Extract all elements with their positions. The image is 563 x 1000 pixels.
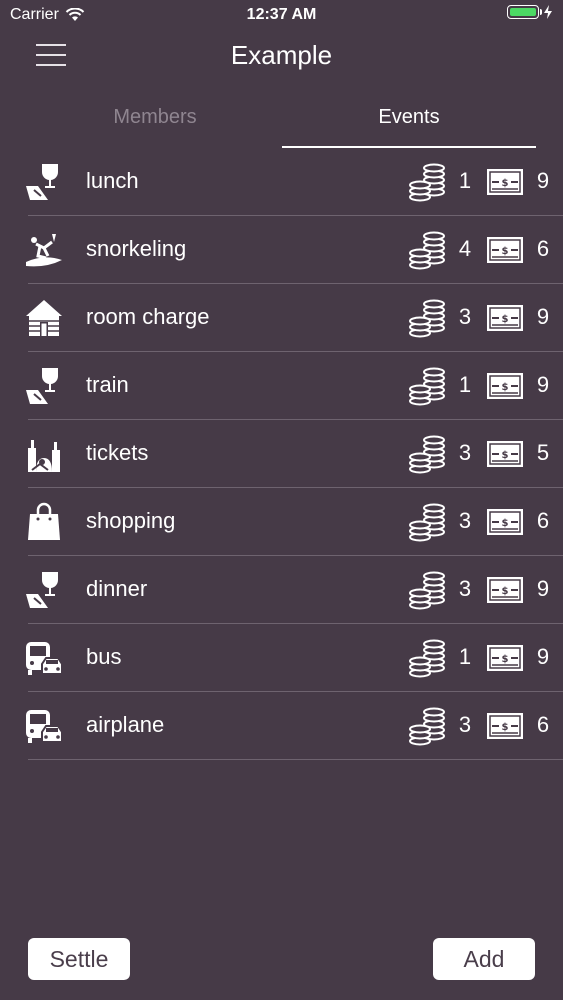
bill-icon: [486, 644, 524, 672]
event-amount: 5: [536, 440, 550, 465]
event-amount: 6: [536, 712, 550, 737]
shopping-bag-icon: [24, 502, 64, 542]
surfing-icon: [24, 230, 64, 270]
navigation-bar: Example: [0, 30, 563, 86]
event-label: snorkeling: [86, 236, 187, 261]
coins-icon: [408, 230, 446, 270]
cabin-icon: [24, 298, 64, 338]
coins-icon: [408, 706, 446, 746]
coins-icon: [408, 162, 446, 202]
bill-icon: [486, 440, 524, 468]
list-item[interactable]: lunch 1 9: [0, 148, 563, 216]
event-label: train: [86, 372, 129, 397]
bill-icon: [486, 372, 524, 400]
list-item[interactable]: airplane 3 6: [0, 692, 563, 760]
segment-tabs: Members Events: [28, 96, 536, 148]
list-item[interactable]: bus 1 9: [0, 624, 563, 692]
event-amount: 9: [536, 168, 550, 193]
list-item[interactable]: room charge 3 9: [0, 284, 563, 352]
event-label: lunch: [86, 168, 139, 193]
add-button[interactable]: Add: [433, 938, 535, 980]
bill-icon: [486, 712, 524, 740]
coins-icon: [408, 502, 446, 542]
page-title: Example: [230, 40, 333, 70]
bus-car-icon: [24, 706, 64, 746]
event-amount: 9: [536, 372, 550, 397]
list-item[interactable]: shopping 3 6: [0, 488, 563, 556]
event-count: 4: [458, 236, 472, 261]
bill-icon: [486, 168, 524, 196]
event-amount: 6: [536, 236, 550, 261]
event-label: room charge: [86, 304, 210, 329]
event-amount: 9: [536, 576, 550, 601]
event-label: bus: [86, 644, 122, 669]
event-label: dinner: [86, 576, 148, 601]
list-item[interactable]: tickets 3 5: [0, 420, 563, 488]
event-amount: 6: [536, 508, 550, 533]
event-count: 3: [458, 576, 472, 601]
wine-glass-icon: [24, 570, 64, 610]
event-label: airplane: [86, 712, 165, 737]
bill-icon: [486, 508, 524, 536]
status-right: [507, 5, 553, 19]
list-item[interactable]: train 1 9: [0, 352, 563, 420]
event-count: 1: [458, 168, 472, 193]
event-count: 3: [458, 712, 472, 737]
bus-car-icon: [24, 638, 64, 678]
event-count: 1: [458, 372, 472, 397]
event-count: 3: [458, 508, 472, 533]
events-list: lunch 1 9 snorkeling 4 6 room charge 3 9 train 1 9 t…: [0, 148, 563, 760]
event-amount: 9: [536, 644, 550, 669]
coins-icon: [408, 298, 446, 338]
coins-icon: [408, 434, 446, 474]
bill-icon: [486, 576, 524, 604]
wine-glass-icon: [24, 162, 64, 202]
list-item[interactable]: dinner 3 9: [0, 556, 563, 624]
charging-bolt-icon: [544, 5, 552, 19]
event-count: 1: [458, 644, 472, 669]
coins-icon: [408, 366, 446, 406]
status-bar: Carrier 12:37 AM: [0, 0, 563, 30]
settle-button[interactable]: Settle: [28, 938, 130, 980]
bill-icon: [486, 236, 524, 264]
event-count: 3: [458, 304, 472, 329]
wine-glass-icon: [24, 366, 64, 406]
tab-events[interactable]: Events: [282, 96, 536, 148]
city-icon: [24, 434, 64, 474]
event-label: tickets: [86, 440, 149, 465]
event-count: 3: [458, 440, 472, 465]
event-amount: 9: [536, 304, 550, 329]
bill-icon: [486, 304, 524, 332]
event-label: shopping: [86, 508, 176, 533]
list-item[interactable]: snorkeling 4 6: [0, 216, 563, 284]
coins-icon: [408, 638, 446, 678]
tab-members[interactable]: Members: [28, 96, 282, 148]
status-time: 12:37 AM: [246, 6, 317, 23]
battery-icon: [507, 5, 542, 19]
coins-icon: [408, 570, 446, 610]
